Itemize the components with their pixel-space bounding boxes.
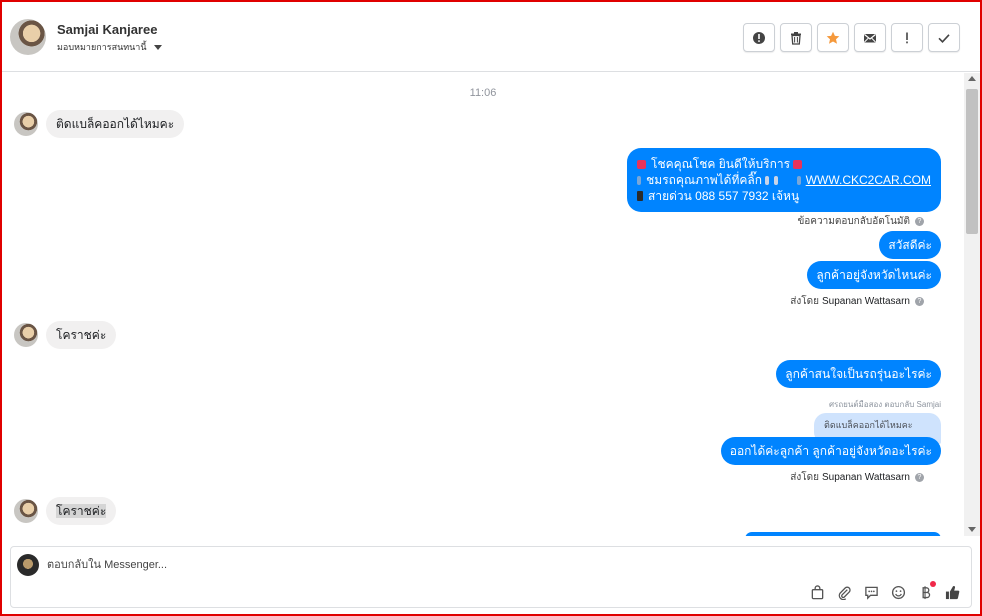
mark-unread-button[interactable]: [854, 23, 886, 52]
incoming-message-text: โคราชค่ะ: [56, 504, 107, 518]
incoming-message-row: ติดแบล็คออกได้ไหมคะ: [14, 110, 185, 138]
chat-bubble-icon: [865, 586, 878, 600]
alert-circle-icon: [753, 31, 765, 44]
thread-scrollbar[interactable]: [964, 73, 980, 536]
envelope-emoji-icon: [637, 159, 646, 169]
outgoing-message[interactable]: ลูกค้าอยู่จังหวัดไหนค่ะ: [807, 261, 941, 289]
sent-by-label: ส่งโดย Supanan Wattasarn ?: [790, 470, 924, 485]
incoming-message-row: โคราชค่ะ: [14, 497, 117, 525]
website-link[interactable]: WWW.CKC2CAR.COM: [806, 172, 931, 188]
sent-by-text: ส่งโดย: [790, 296, 819, 307]
incoming-message[interactable]: โคราชค่ะ: [46, 321, 117, 349]
down-arrow-emoji-icon: [774, 175, 779, 185]
outgoing-message-partial[interactable]: [745, 532, 941, 536]
contact-avatar[interactable]: [10, 19, 46, 55]
emoji-button[interactable]: [890, 584, 907, 601]
notification-dot: [930, 581, 936, 587]
composer-tools: [809, 581, 961, 601]
agent-name: Supanan Wattasarn: [821, 296, 910, 307]
shopping-bag-icon: [811, 585, 824, 600]
baht-icon: [922, 586, 931, 600]
reply-context-label: ศรถยนต์มือสอง ตอบกลับ Samjai: [828, 400, 941, 409]
assign-label: มอบหมายการสนทนานี้: [57, 42, 147, 52]
thumbs-up-icon: [945, 586, 960, 600]
mark-done-button[interactable]: [928, 23, 960, 52]
sent-by-label: ส่งโดย Supanan Wattasarn ?: [790, 294, 924, 309]
follow-up-button[interactable]: [891, 23, 923, 52]
caret-down-icon: [153, 44, 162, 50]
promo-line-1: โชคคุณโชค ยินดีให้บริการ: [651, 157, 791, 171]
auto-reply-label: ข้อความตอบกลับอัตโนมัติ ?: [797, 214, 924, 229]
attach-button[interactable]: [836, 584, 853, 601]
incoming-message-row: โคราชค่ะ: [14, 321, 117, 349]
spam-button[interactable]: [743, 23, 775, 52]
reply-composer: [10, 546, 972, 608]
outgoing-message[interactable]: ออกได้ค่ะลูกค้า ลูกค้าอยู่จังหวัดอะไรค่ะ: [720, 437, 941, 465]
promo-line-2: ชมรถคุณภาพได้ที่คลิ๊ก: [646, 173, 763, 187]
help-icon[interactable]: ?: [915, 297, 924, 306]
outgoing-message[interactable]: สวัสดีค่ะ: [879, 231, 941, 259]
down-arrow-emoji-icon: [765, 175, 770, 185]
trash-icon: [791, 31, 801, 45]
play-emoji-icon: [637, 175, 642, 185]
help-icon[interactable]: ?: [915, 473, 924, 482]
auto-reply-text: ข้อความตอบกลับอัตโนมัติ: [797, 216, 910, 227]
outgoing-message[interactable]: ลูกค้าสนใจเป็นรถรุ่นอะไรค่ะ: [776, 360, 941, 388]
promo-line-3: สายด่วน 088 557 7932 เจ้หนู: [648, 189, 800, 203]
scroll-thumb[interactable]: [966, 89, 978, 234]
scroll-up-icon[interactable]: [968, 76, 976, 81]
sent-by-text: ส่งโดย: [790, 472, 819, 483]
like-button[interactable]: [944, 584, 961, 601]
scroll-down-icon[interactable]: [968, 527, 976, 532]
contact-avatar-small: [14, 112, 38, 136]
play-emoji-icon: [796, 175, 801, 185]
envelope-icon: [864, 33, 876, 42]
envelope-emoji-icon: [793, 159, 803, 169]
help-icon[interactable]: ?: [915, 217, 924, 226]
promo-message[interactable]: โชคคุณโชค ยินดีให้บริการ ชมรถคุณภาพได้ที…: [627, 148, 941, 212]
smiley-icon: [891, 585, 906, 600]
saved-replies-button[interactable]: [863, 584, 880, 601]
contact-name[interactable]: Samjai Kanjaree: [57, 22, 157, 37]
incoming-message[interactable]: โคราชค่ะ: [46, 497, 117, 525]
assign-conversation-dropdown[interactable]: มอบหมายการสนทนานี้: [57, 40, 162, 54]
delete-button[interactable]: [780, 23, 812, 52]
agent-name: Supanan Wattasarn: [821, 472, 910, 483]
payment-button[interactable]: [917, 581, 936, 601]
message-thread[interactable]: 11:06 ติดแบล็คออกได้ไหมคะ โชคคุณโชค ยินด…: [2, 73, 964, 536]
star-button[interactable]: [817, 23, 849, 52]
page-avatar: [17, 554, 39, 576]
contact-avatar-small: [14, 499, 38, 523]
shop-button[interactable]: [809, 584, 826, 601]
reply-input[interactable]: [47, 556, 747, 574]
timestamp: 11:06: [469, 87, 497, 99]
paperclip-icon: [838, 586, 851, 600]
star-icon: [826, 31, 840, 44]
conversation-header: Samjai Kanjaree มอบหมายการสนทนานี้: [2, 2, 980, 72]
exclamation-icon: [906, 32, 908, 43]
mobile-phone-emoji-icon: [637, 191, 643, 201]
check-icon: [938, 33, 950, 43]
contact-avatar-small: [14, 323, 38, 347]
conversation-toolbar: [743, 23, 960, 52]
incoming-message[interactable]: ติดแบล็คออกได้ไหมคะ: [46, 110, 185, 138]
